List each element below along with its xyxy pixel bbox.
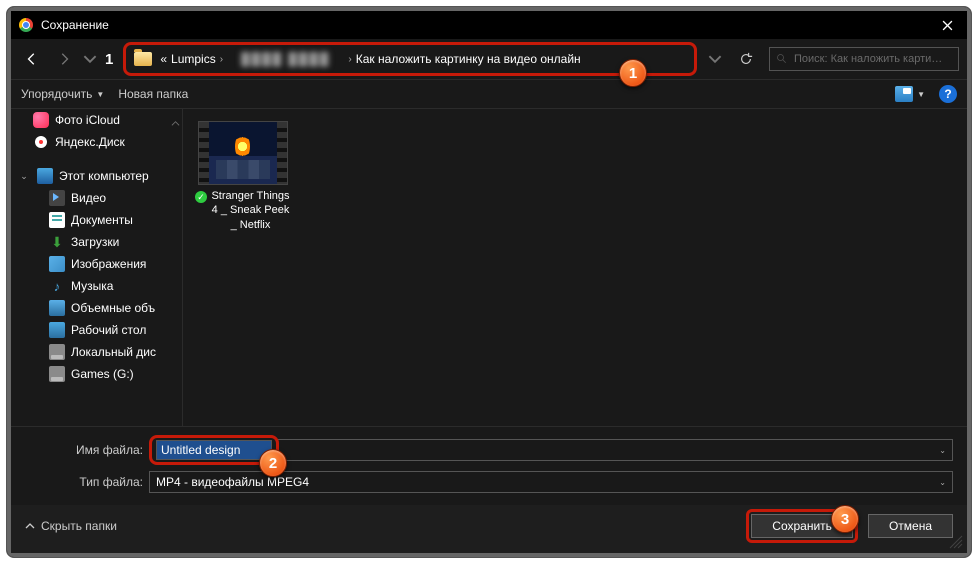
annotation-marker-3: 3 bbox=[831, 505, 859, 533]
sidebar-item-music[interactable]: ♪ Музыка bbox=[11, 275, 182, 297]
cancel-button[interactable]: Отмена bbox=[868, 514, 953, 538]
view-icon bbox=[895, 86, 913, 102]
sidebar-item-label: Документы bbox=[71, 213, 133, 227]
sidebar-item-label: Фото iCloud bbox=[55, 113, 120, 127]
address-bar[interactable]: « Lumpics › ████ ████ › Как наложить кар… bbox=[123, 42, 697, 76]
music-icon: ♪ bbox=[49, 278, 65, 294]
sidebar-item-label: Этот компьютер bbox=[59, 169, 149, 183]
desktop-icon bbox=[49, 322, 65, 338]
sidebar-item-this-pc[interactable]: ⌄ Этот компьютер bbox=[11, 165, 182, 187]
sidebar-item-documents[interactable]: Документы bbox=[11, 209, 182, 231]
breadcrumb-prefix: « bbox=[160, 52, 167, 66]
chevron-right-icon: › bbox=[348, 54, 351, 65]
chevron-up-icon bbox=[25, 521, 35, 531]
video-icon bbox=[49, 190, 65, 206]
disk-icon bbox=[49, 366, 65, 382]
close-icon bbox=[942, 20, 953, 31]
sidebar-item-downloads[interactable]: ⬇ Загрузки bbox=[11, 231, 182, 253]
view-menu[interactable]: ▼ bbox=[895, 86, 925, 102]
breadcrumb-seg[interactable]: Lumpics bbox=[171, 52, 216, 66]
titlebar: Сохранение bbox=[11, 11, 967, 39]
search-input[interactable]: Поиск: Как наложить карти… bbox=[769, 47, 959, 71]
breadcrumb-seg[interactable]: Как наложить картинку на видео онлайн bbox=[356, 52, 581, 66]
bottom-panel: Имя файла: ⌄ Тип файла: MP4 - видеофайлы… bbox=[11, 426, 967, 505]
disk-icon bbox=[49, 344, 65, 360]
sidebar-item-videos[interactable]: Видео bbox=[11, 187, 182, 209]
filetype-value: MP4 - видеофайлы MPEG4 bbox=[156, 475, 309, 489]
nav-recent[interactable] bbox=[83, 46, 97, 72]
sidebar-item-label: Изображения bbox=[71, 257, 146, 271]
sidebar-item-label: Музыка bbox=[71, 279, 113, 293]
sidebar-item-label: Яндекс.Диск bbox=[55, 135, 125, 149]
chevron-right-icon: › bbox=[220, 54, 223, 65]
annotation-marker-2: 2 bbox=[259, 449, 287, 477]
breadcrumb-seg-redacted[interactable]: ████ ████ bbox=[227, 52, 344, 66]
sidebar-item-yandex[interactable]: Яндекс.Диск bbox=[11, 131, 182, 153]
folder-icon bbox=[134, 52, 152, 66]
window-title: Сохранение bbox=[41, 18, 927, 32]
sidebar-item-local-disk[interactable]: Локальный дис bbox=[11, 341, 182, 363]
yandex-disk-icon bbox=[33, 134, 49, 150]
sidebar-item-desktop[interactable]: Рабочий стол bbox=[11, 319, 182, 341]
nav-up-fragment: 1 bbox=[105, 51, 113, 68]
action-row: Скрыть папки Сохранить Отмена bbox=[11, 505, 967, 553]
sidebar-item-label: Локальный дис bbox=[71, 345, 156, 359]
sidebar-item-label: Загрузки bbox=[71, 235, 119, 249]
pc-icon bbox=[37, 168, 53, 184]
sidebar: Фото iCloud Яндекс.Диск ⌄Этот компьютер … bbox=[11, 109, 183, 426]
cube-icon bbox=[49, 300, 65, 316]
sidebar-item-label: Рабочий стол bbox=[71, 323, 146, 337]
sidebar-item-games-disk[interactable]: Games (G:) bbox=[11, 363, 182, 385]
organize-menu[interactable]: Упорядочить▼ bbox=[21, 87, 104, 101]
file-item[interactable]: ✓ Stranger Things 4 _ Sneak Peek _ Netfl… bbox=[195, 121, 291, 232]
sidebar-item-3d[interactable]: Объемные объ bbox=[11, 297, 182, 319]
dialog-body: Фото iCloud Яндекс.Диск ⌄Этот компьютер … bbox=[11, 109, 967, 426]
nav-forward[interactable] bbox=[51, 46, 77, 72]
file-name: Stranger Things 4 _ Sneak Peek _ Netflix bbox=[210, 189, 291, 232]
address-bar-wrap: « Lumpics › ████ ████ › Как наложить кар… bbox=[123, 42, 697, 76]
address-dropdown[interactable] bbox=[707, 46, 723, 72]
sidebar-item-label: Видео bbox=[71, 191, 106, 205]
annotation-marker-1: 1 bbox=[619, 59, 647, 87]
document-icon bbox=[49, 212, 65, 228]
hide-folders-label: Скрыть папки bbox=[41, 519, 117, 533]
nav-back[interactable] bbox=[19, 46, 45, 72]
sidebar-item-label: Объемные объ bbox=[71, 301, 155, 315]
help-button[interactable]: ? bbox=[939, 85, 957, 103]
file-list[interactable]: ✓ Stranger Things 4 _ Sneak Peek _ Netfl… bbox=[183, 109, 967, 426]
sidebar-item-icloud[interactable]: Фото iCloud bbox=[11, 109, 182, 131]
sidebar-item-images[interactable]: Изображения bbox=[11, 253, 182, 275]
filename-input[interactable] bbox=[156, 440, 272, 460]
chevron-down-icon: ⌄ bbox=[19, 171, 29, 182]
search-placeholder: Поиск: Как наложить карти… bbox=[794, 53, 942, 65]
cloud-icon bbox=[33, 112, 49, 128]
resize-grip[interactable] bbox=[949, 535, 963, 549]
filename-combo-ext[interactable]: ⌄ bbox=[275, 439, 953, 461]
search-icon bbox=[776, 53, 788, 65]
sidebar-scroll-up[interactable] bbox=[168, 109, 182, 137]
app-icon bbox=[19, 18, 33, 32]
filename-label: Имя файла: bbox=[25, 443, 143, 457]
sync-check-icon: ✓ bbox=[195, 191, 207, 203]
refresh-button[interactable] bbox=[733, 46, 759, 72]
breadcrumb: « Lumpics › ████ ████ › Как наложить кар… bbox=[160, 52, 580, 66]
nav-row: 1 « Lumpics › ████ ████ › Как наложить к… bbox=[11, 39, 967, 79]
hide-folders-toggle[interactable]: Скрыть папки bbox=[25, 519, 117, 533]
new-folder-button[interactable]: Новая папка bbox=[118, 87, 188, 101]
toolbar: Упорядочить▼ Новая папка ▼ ? bbox=[11, 79, 967, 109]
close-button[interactable] bbox=[927, 11, 967, 39]
save-dialog: Сохранение 1 « Lumpics › ████ ████ › Как… bbox=[11, 11, 967, 553]
sidebar-item-label: Games (G:) bbox=[71, 367, 134, 381]
video-thumbnail bbox=[198, 121, 288, 185]
download-icon: ⬇ bbox=[49, 234, 65, 250]
image-icon bbox=[49, 256, 65, 272]
filetype-label: Тип файла: bbox=[25, 475, 143, 489]
